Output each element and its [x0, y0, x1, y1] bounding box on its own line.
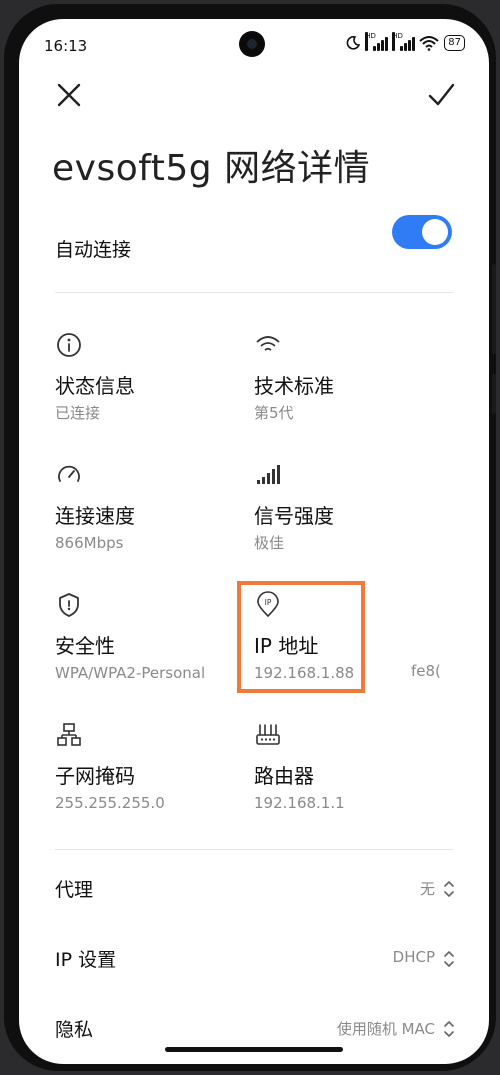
status-time: 16:13 — [44, 37, 88, 55]
side-button-volume — [492, 264, 496, 354]
info-icon — [57, 333, 81, 357]
hd-badge: HD — [365, 32, 376, 51]
setting-value: 无 — [419, 880, 435, 898]
auto-connect-label: 自动连接 — [55, 239, 132, 261]
setting-value: 使用随机 MAC — [336, 1020, 435, 1038]
setting-label: 隐私 — [55, 1019, 94, 1041]
detail-label: 连接速度 — [55, 504, 135, 528]
section-divider — [55, 292, 453, 293]
detail-value: 第5代 — [254, 404, 294, 422]
detail-signal: 信号强度 极佳 — [254, 461, 444, 553]
detail-value: 866Mbps — [55, 534, 124, 552]
detail-label: 信号强度 — [254, 504, 334, 528]
ipv6-address-partial: fe8( — [411, 662, 441, 680]
network-tree-icon — [57, 723, 81, 746]
status-bar: 16:13 HD HD 87 — [19, 19, 489, 67]
battery-indicator: 87 — [444, 35, 465, 51]
shield-icon — [59, 593, 79, 617]
auto-connect-toggle[interactable] — [392, 215, 452, 249]
detail-speed: 连接速度 866Mbps — [55, 461, 245, 553]
detail-security: 安全性 WPA/WPA2-Personal — [55, 591, 245, 683]
front-camera — [239, 31, 265, 57]
hd-badge: HD — [392, 32, 403, 51]
detail-value: 已连接 — [55, 404, 101, 422]
detail-router: 路由器 192.168.1.1 — [254, 721, 444, 813]
speedometer-icon — [58, 465, 80, 482]
setting-proxy[interactable]: 代理 无 — [55, 869, 455, 909]
router-icon — [256, 724, 280, 745]
page-title: evsoft5g 网络详情 — [52, 148, 371, 189]
detail-label: 子网掩码 — [55, 764, 135, 788]
detail-label: 安全性 — [55, 634, 115, 658]
chevron-up-down-icon — [444, 1021, 454, 1037]
detail-value: 255.255.255.0 — [55, 794, 165, 812]
detail-label: 技术标准 — [254, 374, 334, 398]
detail-value: WPA/WPA2-Personal — [55, 664, 206, 682]
toggle-knob — [422, 219, 448, 245]
home-indicator[interactable] — [165, 1047, 343, 1052]
setting-value: DHCP — [392, 948, 435, 966]
signal-bars-icon — [257, 465, 280, 484]
chevron-up-down-icon — [444, 881, 454, 897]
screen: 16:13 HD HD 87 evsoft5g 网络详情 自动连接 状态信息 已… — [19, 19, 489, 1064]
detail-label: 路由器 — [254, 764, 314, 788]
phone-frame: 16:13 HD HD 87 evsoft5g 网络详情 自动连接 状态信息 已… — [4, 4, 496, 1071]
detail-standard: 技术标准 第5代 — [254, 331, 444, 423]
setting-ip-settings[interactable]: IP 设置 DHCP — [55, 939, 455, 979]
chevron-up-down-icon — [444, 951, 454, 967]
setting-privacy[interactable]: 隐私 使用随机 MAC — [55, 1009, 455, 1049]
ip-address-highlight — [237, 581, 365, 693]
detail-status: 状态信息 已连接 — [55, 331, 245, 423]
moon-icon — [346, 36, 361, 50]
close-icon[interactable] — [49, 75, 89, 115]
wifi-icon — [256, 336, 280, 351]
status-icons: HD HD 87 — [346, 32, 465, 51]
detail-label: 状态信息 — [55, 374, 135, 398]
side-button-power — [492, 374, 496, 414]
detail-value: 192.168.1.1 — [254, 794, 345, 812]
check-icon[interactable] — [421, 75, 461, 115]
setting-label: 代理 — [55, 879, 94, 901]
detail-subnet: 子网掩码 255.255.255.0 — [55, 721, 245, 813]
cell-signal-icon: HD — [365, 32, 389, 51]
section-divider — [55, 849, 453, 850]
wifi-status-icon — [419, 36, 439, 51]
setting-label: IP 设置 — [55, 949, 117, 971]
cell-signal-icon: HD — [392, 32, 416, 51]
detail-value: 极佳 — [254, 534, 285, 552]
